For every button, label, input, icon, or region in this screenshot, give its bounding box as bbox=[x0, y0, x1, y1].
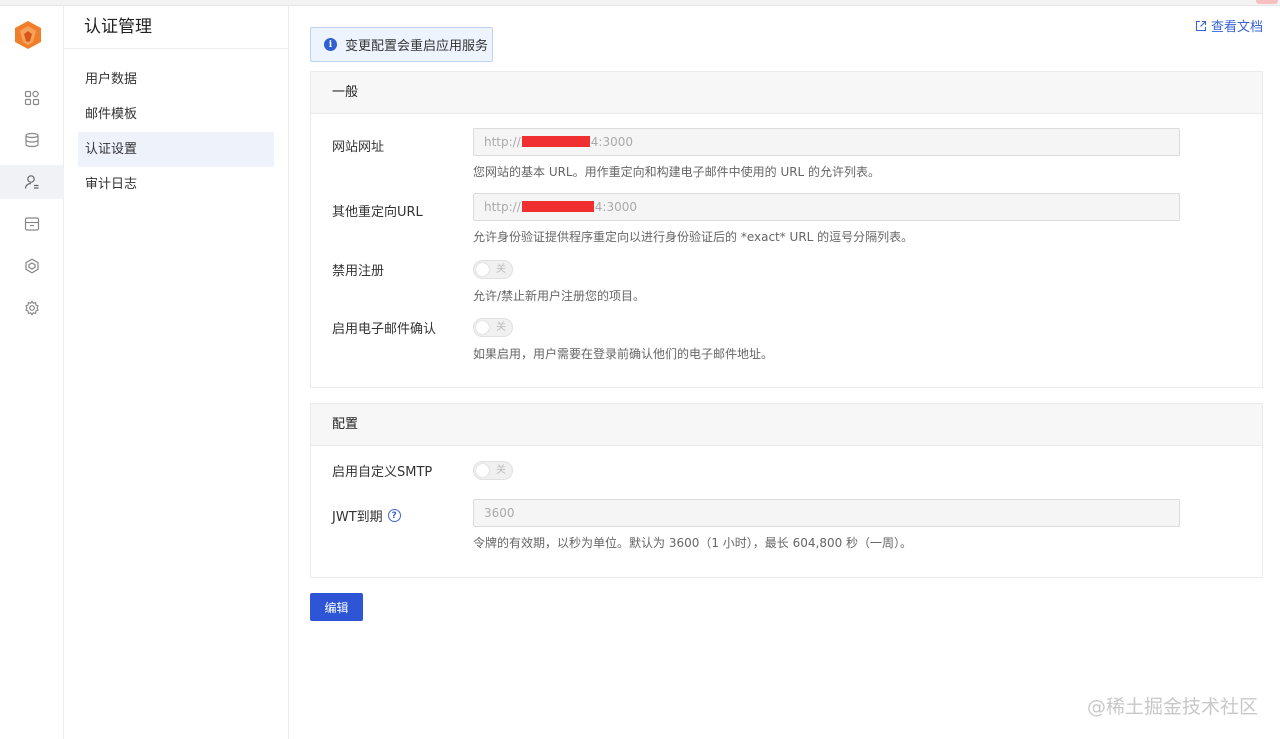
toggle-state-text: 关 bbox=[496, 322, 506, 333]
database-icon bbox=[25, 132, 39, 148]
site-url-input[interactable]: http:// 4:3000 bbox=[473, 128, 1180, 156]
rail-functions[interactable] bbox=[0, 249, 64, 283]
toggle-knob bbox=[476, 464, 489, 477]
general-panel: 一般 网站网址 http:// 4:3000 您网站的基本 URL。用作重定向和构… bbox=[310, 71, 1263, 388]
custom-smtp-label: 启用自定义SMTP bbox=[332, 465, 433, 480]
toggle-knob bbox=[476, 263, 489, 276]
hexagon-icon bbox=[25, 258, 39, 274]
help-question-icon[interactable]: ? bbox=[387, 509, 401, 522]
site-url-suffix: 4:3000 bbox=[590, 135, 633, 149]
toggle-state-text: 关 bbox=[496, 264, 506, 275]
user-auth-icon bbox=[24, 175, 39, 189]
apps-grid-icon bbox=[24, 90, 40, 106]
disable-signup-help: 允许/禁止新用户注册您的项目。 bbox=[473, 289, 646, 303]
email-confirm-label: 启用电子邮件确认 bbox=[332, 322, 437, 337]
disable-signup-toggle[interactable]: 关 bbox=[473, 260, 513, 279]
toggle-knob bbox=[476, 321, 489, 334]
orange-fox-logo[interactable] bbox=[14, 20, 42, 50]
site-url-prefix: http:// bbox=[484, 135, 521, 149]
jwt-expiry-label: JWT到期 bbox=[332, 510, 383, 525]
menu-item-email-templates[interactable]: 邮件模板 bbox=[78, 97, 274, 132]
external-link-icon bbox=[1195, 20, 1207, 31]
rail-database[interactable] bbox=[0, 123, 64, 157]
site-url-help: 您网站的基本 URL。用作重定向和构建电子邮件中使用的 URL 的允许列表。 bbox=[473, 165, 881, 179]
general-panel-title: 一般 bbox=[311, 72, 1262, 114]
window-close-edge bbox=[1256, 0, 1278, 4]
storage-box-icon bbox=[24, 217, 40, 231]
redaction-mark bbox=[521, 201, 594, 212]
menu-item-auth-settings[interactable]: 认证设置 bbox=[78, 132, 274, 167]
redirect-url-prefix: http:// bbox=[484, 200, 521, 214]
rail-settings[interactable] bbox=[0, 291, 64, 325]
main-content: 查看文档 i 变更配置会重启应用服务 一般 网站网址 http:// 4:3000… bbox=[289, 6, 1280, 739]
email-confirm-toggle[interactable]: 关 bbox=[473, 318, 513, 337]
rail-apps[interactable] bbox=[0, 81, 64, 115]
icon-rail bbox=[0, 6, 64, 739]
redaction-mark bbox=[521, 136, 590, 147]
edit-button[interactable]: 编辑 bbox=[310, 593, 363, 621]
menu-item-audit-log[interactable]: 审计日志 bbox=[78, 167, 274, 202]
site-url-label: 网站网址 bbox=[332, 140, 385, 155]
jwt-expiry-input[interactable]: 3600 bbox=[473, 499, 1180, 527]
config-panel: 配置 启用自定义SMTP 关 JWT到期 ? 3600 令牌的有效期，以秒为单位… bbox=[310, 403, 1263, 578]
info-icon: i bbox=[324, 38, 337, 51]
redirect-url-help: 允许身份验证提供程序重定向以进行身份验证后的 *exact* URL 的逗号分隔… bbox=[473, 230, 914, 244]
gear-icon bbox=[25, 300, 39, 316]
config-panel-title: 配置 bbox=[311, 404, 1262, 446]
menu-title: 认证管理 bbox=[64, 6, 288, 49]
restart-notice: i 变更配置会重启应用服务 bbox=[310, 27, 493, 62]
redirect-url-label: 其他重定向URL bbox=[332, 205, 423, 220]
notice-text: 变更配置会重启应用服务 bbox=[345, 39, 489, 54]
disable-signup-label: 禁用注册 bbox=[332, 264, 385, 279]
view-docs-link[interactable]: 查看文档 bbox=[1195, 16, 1263, 35]
rail-auth[interactable] bbox=[0, 165, 64, 199]
auth-side-menu: 认证管理 用户数据 邮件模板 认证设置 审计日志 bbox=[64, 6, 289, 739]
redirect-url-suffix: 4:3000 bbox=[594, 200, 637, 214]
email-confirm-help: 如果启用，用户需要在登录前确认他们的电子邮件地址。 bbox=[473, 347, 774, 361]
jwt-expiry-label-group: JWT到期 ? bbox=[332, 506, 401, 525]
redirect-url-input[interactable]: http:// 4:3000 bbox=[473, 193, 1180, 221]
custom-smtp-toggle[interactable]: 关 bbox=[473, 461, 513, 480]
watermark-text: @稀土掘金技术社区 bbox=[1086, 696, 1258, 718]
toggle-state-text: 关 bbox=[496, 465, 506, 476]
jwt-expiry-help: 令牌的有效期，以秒为单位。默认为 3600（1 小时），最长 604,800 秒… bbox=[473, 536, 913, 550]
menu-item-user-data[interactable]: 用户数据 bbox=[78, 62, 274, 97]
rail-storage[interactable] bbox=[0, 207, 64, 241]
view-docs-label: 查看文档 bbox=[1210, 20, 1263, 35]
